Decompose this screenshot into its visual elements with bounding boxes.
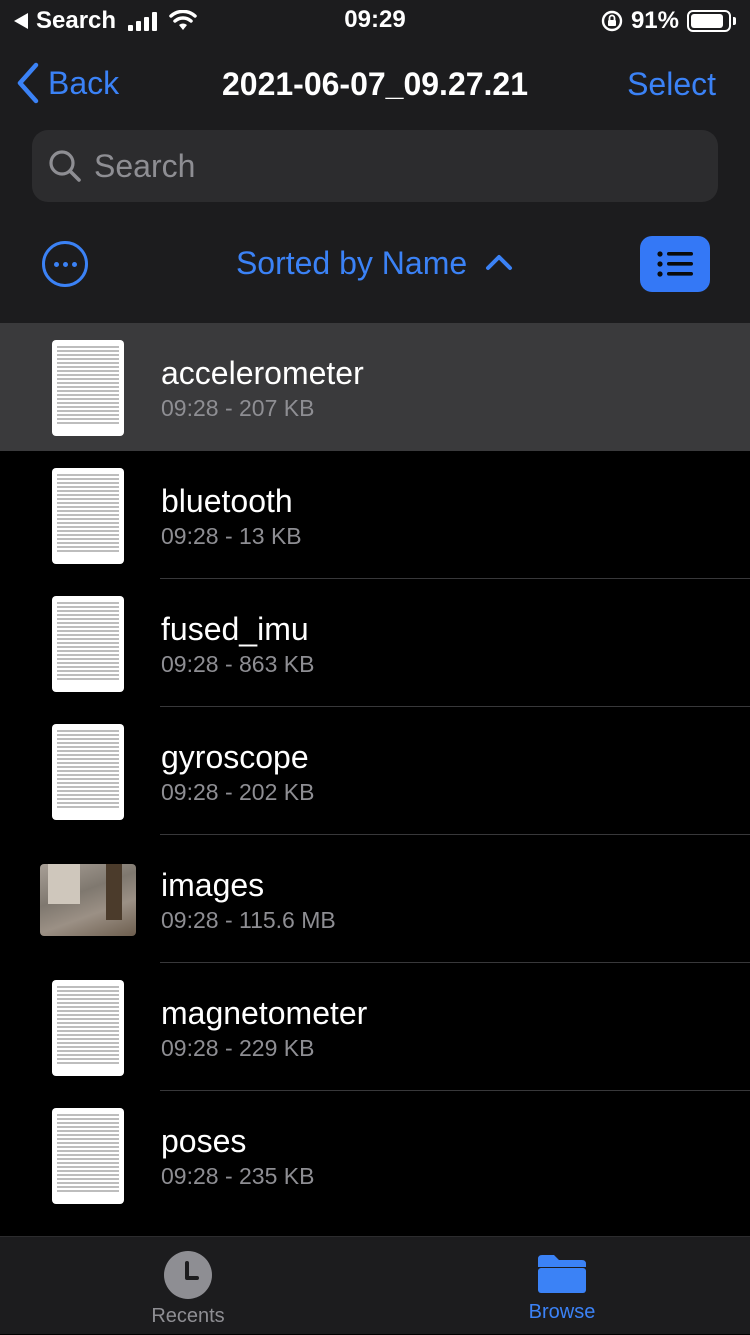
file-row-accelerometer[interactable]: accelerometer 09:28 - 207 KB	[0, 323, 750, 451]
file-name: accelerometer	[161, 355, 364, 391]
file-list: accelerometer 09:28 - 207 KB bluetooth 0…	[0, 323, 750, 1219]
document-thumbnail-icon	[52, 724, 124, 820]
navigation-bar: Back 2021-06-07_09.27.21 Select	[0, 52, 750, 116]
file-meta: 09:28 - 863 KB	[161, 651, 315, 677]
document-thumbnail-icon	[52, 596, 124, 692]
battery-tip	[733, 17, 736, 25]
search-input[interactable]: Search	[32, 130, 718, 202]
rotation-lock-icon	[601, 10, 623, 32]
image-thumbnail	[40, 864, 136, 936]
document-thumbnail-icon	[52, 980, 124, 1076]
file-name: fused_imu	[161, 611, 309, 647]
file-name: magnetometer	[161, 995, 368, 1031]
battery-icon	[687, 10, 731, 32]
tab-browse-label: Browse	[528, 1301, 596, 1323]
file-name: images	[161, 867, 265, 903]
file-row-magnetometer[interactable]: magnetometer 09:28 - 229 KB	[0, 963, 750, 1091]
tab-bar: Recents Browse	[0, 1236, 750, 1334]
header-area: Search 09:29 91% Back 2021-06-07_09.27.2…	[0, 0, 750, 323]
file-row-gyroscope[interactable]: gyroscope 09:28 - 202 KB	[0, 707, 750, 835]
select-button[interactable]: Select	[627, 66, 716, 103]
search-icon	[49, 150, 81, 182]
file-meta: 09:28 - 229 KB	[161, 1035, 315, 1061]
file-meta: 09:28 - 207 KB	[161, 395, 315, 421]
tab-recents[interactable]: Recents	[88, 1237, 288, 1335]
chevron-up-icon	[486, 255, 513, 270]
document-thumbnail-icon	[52, 340, 124, 436]
file-row-poses[interactable]: poses 09:28 - 235 KB	[0, 1091, 750, 1219]
file-meta: 09:28 - 235 KB	[161, 1163, 315, 1189]
file-name: gyroscope	[161, 739, 309, 775]
file-name: poses	[161, 1123, 247, 1159]
folder-icon	[538, 1255, 586, 1293]
document-thumbnail-icon	[52, 1108, 124, 1204]
tab-recents-label: Recents	[151, 1305, 225, 1327]
battery-percent: 91%	[630, 7, 679, 34]
search-placeholder: Search	[94, 147, 196, 184]
file-meta: 09:28 - 13 KB	[161, 523, 302, 549]
list-icon	[657, 251, 693, 277]
file-row-bluetooth[interactable]: bluetooth 09:28 - 13 KB	[0, 451, 750, 579]
clock-icon	[164, 1251, 212, 1299]
tab-browse[interactable]: Browse	[462, 1237, 662, 1335]
file-row-fused-imu[interactable]: fused_imu 09:28 - 863 KB	[0, 579, 750, 707]
file-row-images[interactable]: images 09:28 - 115.6 MB	[0, 835, 750, 963]
file-name: bluetooth	[161, 483, 293, 519]
status-bar: Search 09:29 91%	[0, 0, 750, 42]
status-right: 91%	[601, 6, 736, 36]
file-meta: 09:28 - 202 KB	[161, 779, 315, 805]
file-meta: 09:28 - 115.6 MB	[161, 907, 336, 933]
sort-button[interactable]: Sorted by Name	[0, 245, 750, 282]
sort-label: Sorted by Name	[235, 245, 468, 281]
document-thumbnail-icon	[52, 468, 124, 564]
list-view-button[interactable]	[640, 236, 710, 292]
